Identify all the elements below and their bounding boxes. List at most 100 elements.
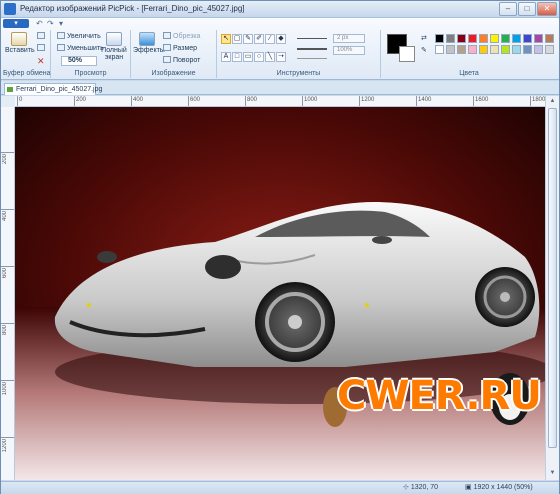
window-title: Редактор изображений PicPick - [Ferrari_…: [20, 4, 245, 13]
crop-button[interactable]: Обрезка: [163, 32, 200, 40]
image-group: Эффекты Обрезка Размер Поворот Изображен…: [131, 30, 217, 78]
copy-icon[interactable]: [37, 32, 47, 40]
image-canvas[interactable]: [15, 107, 545, 480]
minimize-button[interactable]: –: [499, 2, 517, 16]
dash-style-icon[interactable]: [297, 48, 327, 50]
rectangle-icon[interactable]: □: [232, 52, 242, 62]
ruler-label: 200: [76, 97, 87, 103]
stroke-width-select[interactable]: 2 px: [333, 34, 365, 43]
color-swatch[interactable]: [534, 45, 543, 54]
delete-icon[interactable]: ✕: [37, 56, 45, 67]
zoom-out-button[interactable]: Уменьшить: [57, 44, 104, 52]
text-tool-icon[interactable]: A: [221, 52, 231, 62]
color-swatch[interactable]: [435, 34, 444, 43]
ruler-label: 400: [2, 211, 8, 222]
color-swatch[interactable]: [457, 45, 466, 54]
color-swatch[interactable]: [501, 45, 510, 54]
pencil-icon[interactable]: ✎: [243, 34, 253, 44]
fullscreen-button[interactable]: Полный экран: [99, 32, 129, 61]
fullscreen-label: Полный экран: [101, 47, 127, 61]
color-swatch[interactable]: [479, 45, 488, 54]
color-swatch[interactable]: [446, 45, 455, 54]
maximize-button[interactable]: □: [518, 2, 536, 16]
zoom-dropdown[interactable]: 50%: [61, 56, 97, 66]
ruler-tick: [416, 96, 417, 106]
color-swatch[interactable]: [512, 34, 521, 43]
color-swatch[interactable]: [468, 34, 477, 43]
ruler-label: 800: [247, 97, 258, 103]
color-swatch[interactable]: [501, 34, 510, 43]
undo-icon[interactable]: ↶: [36, 19, 43, 28]
document-tab-label: Ferrari_Dino_pic_45027.jpg: [16, 86, 103, 93]
swap-colors-icon[interactable]: ⇄: [421, 34, 427, 42]
scroll-down-icon[interactable]: ▼: [547, 468, 558, 478]
color-swatch[interactable]: [446, 34, 455, 43]
zoom-in-icon: [57, 32, 65, 39]
color-swatch[interactable]: [523, 45, 532, 54]
ruler-label: 1000: [304, 97, 318, 103]
color-swatch[interactable]: [468, 45, 477, 54]
ellipse-icon[interactable]: ○: [254, 52, 264, 62]
ribbon: ▾ ↶ ↷ ▾ Вставить ✕ Буфер обмена Увеличит…: [1, 18, 559, 80]
color-swatch[interactable]: [479, 34, 488, 43]
select-tool-icon[interactable]: ↖: [221, 34, 231, 44]
brush-icon[interactable]: ✐: [254, 34, 264, 44]
ruler-corner: [1, 96, 15, 107]
app-icon[interactable]: [4, 3, 16, 15]
fill-icon[interactable]: ◆: [276, 34, 286, 44]
image-size-text: 1920 x 1440 (50%): [473, 484, 533, 491]
ruler-tick: [1, 152, 14, 153]
color-swatch[interactable]: [490, 45, 499, 54]
color-swatch[interactable]: [457, 34, 466, 43]
secondary-color[interactable]: [399, 46, 415, 62]
scroll-up-icon[interactable]: ▲: [547, 96, 558, 106]
color-swatch[interactable]: [512, 45, 521, 54]
scrollbar-thumb[interactable]: [548, 108, 557, 448]
fullscreen-icon: [106, 32, 122, 46]
vertical-scrollbar[interactable]: ▲ ▼: [545, 96, 559, 480]
rotate-label: Поворот: [173, 57, 201, 64]
color-swatch[interactable]: [523, 34, 532, 43]
file-menu-button[interactable]: ▾: [3, 19, 29, 28]
line-cap-icon[interactable]: [297, 58, 327, 59]
opacity-select[interactable]: 100%: [333, 46, 365, 55]
color-swatch[interactable]: [534, 34, 543, 43]
ruler-label: 600: [2, 268, 8, 279]
ruler-label: 800: [2, 325, 8, 336]
redo-icon[interactable]: ↷: [47, 19, 54, 28]
ruler-tick: [188, 96, 189, 106]
color-swatch[interactable]: [490, 34, 499, 43]
rotate-button[interactable]: Поворот: [163, 56, 200, 64]
color-swatch[interactable]: [545, 34, 554, 43]
color-swatch[interactable]: [545, 45, 554, 54]
line-style-icon[interactable]: [297, 38, 327, 39]
vertical-ruler: 200 400 600 800 1000 1200: [1, 107, 15, 480]
zoom-in-button[interactable]: Увеличить: [57, 32, 101, 40]
view-group-label: Просмотр: [74, 70, 107, 77]
app-window: Редактор изображений PicPick - [Ferrari_…: [0, 0, 560, 494]
image-file-icon: [7, 87, 13, 92]
paste-button[interactable]: Вставить: [5, 32, 35, 54]
ruler-tick: [74, 96, 75, 106]
rotate-icon: [163, 56, 171, 63]
rounded-rect-icon[interactable]: ▭: [243, 52, 253, 62]
document-tab[interactable]: Ferrari_Dino_pic_45027.jpg: [4, 83, 102, 95]
close-button[interactable]: ✕: [537, 2, 557, 16]
line-icon[interactable]: ╲: [265, 52, 275, 62]
cut-icon[interactable]: [37, 44, 47, 52]
clipboard-group-label: Буфер обмена: [3, 70, 51, 77]
qat-more-icon[interactable]: ▾: [59, 19, 63, 28]
rectangle-select-icon[interactable]: ▢: [232, 34, 242, 44]
color-swatch[interactable]: [435, 45, 444, 54]
paste-label: Вставить: [5, 47, 35, 54]
resize-button[interactable]: Размер: [163, 44, 197, 52]
ruler-tick: [1, 380, 14, 381]
paste-icon: [11, 32, 27, 46]
arrow-icon[interactable]: ➝: [276, 52, 286, 62]
eyedropper-color-icon[interactable]: ✎: [421, 46, 427, 54]
effects-button[interactable]: Эффекты: [133, 32, 165, 54]
ruler-tick: [1, 209, 14, 210]
horizontal-ruler: 0 200 400 600 800 1000 1200 1400 1600 1800: [15, 96, 545, 107]
car-photo: [15, 107, 545, 480]
eyedropper-icon[interactable]: ⁄: [265, 34, 275, 44]
